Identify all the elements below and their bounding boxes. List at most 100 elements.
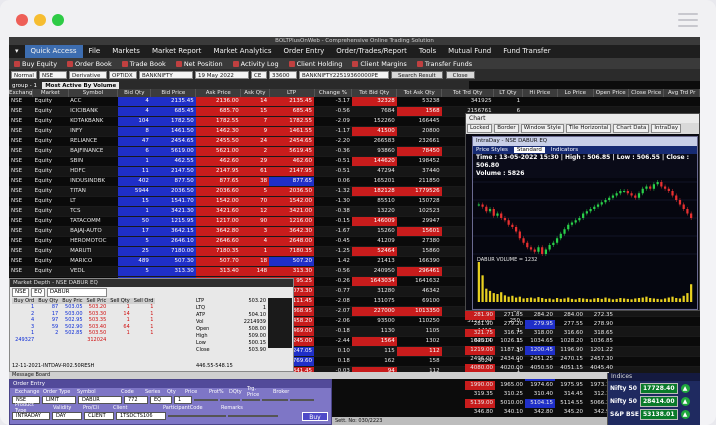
- order-book-button[interactable]: Order Book: [62, 60, 117, 68]
- menu-market-analytics[interactable]: Market Analytics: [207, 45, 277, 58]
- order-field[interactable]: EQ: [150, 396, 172, 404]
- instrument-select[interactable]: OPTIDX: [109, 71, 137, 79]
- symbol-select[interactable]: BANKNIFTY: [139, 71, 193, 79]
- order-field[interactable]: DAY: [52, 412, 82, 420]
- hamburger-menu-icon[interactable]: [678, 13, 698, 27]
- order-field[interactable]: [242, 399, 260, 401]
- menu-mutual-fund[interactable]: Mutual Fund: [442, 45, 497, 58]
- window-style-button[interactable]: Window Style: [520, 124, 564, 133]
- buy-equity-button[interactable]: Buy Equity: [9, 60, 62, 68]
- segment-select[interactable]: Derivative: [69, 71, 107, 79]
- cell: 78450: [396, 146, 442, 157]
- column-header[interactable]: LT Qty: [493, 89, 523, 97]
- right-row[interactable]: 281.90 271.85 284.20 284.00 272.35: [465, 311, 700, 320]
- menu-tools[interactable]: Tools: [413, 45, 442, 58]
- cell: 1013350: [396, 306, 442, 317]
- menu-file[interactable]: File: [83, 45, 107, 58]
- depth-exchange-select[interactable]: NSE: [12, 287, 30, 297]
- exchange-select[interactable]: NSE: [39, 71, 67, 79]
- minimize-dot[interactable]: [34, 14, 46, 26]
- locked-button[interactable]: Locked: [467, 124, 493, 133]
- menu-quick-access[interactable]: Quick Access: [24, 45, 83, 58]
- column-header[interactable]: Market: [32, 89, 69, 97]
- right-row[interactable]: 2496.00 2434.00 2451.25 2470.15 2457.30: [465, 355, 700, 364]
- close-button[interactable]: Close: [445, 71, 475, 79]
- column-header[interactable]: Tot Bid Qty: [351, 89, 398, 97]
- column-header[interactable]: Lo Price: [557, 89, 594, 97]
- client-holding-button[interactable]: Client Holding: [284, 60, 348, 68]
- volume-bar: [548, 298, 551, 302]
- expiry-select[interactable]: 19 May 2022: [195, 71, 249, 79]
- menu-market-report[interactable]: Market Report: [146, 45, 208, 58]
- price-volume-chart[interactable]: DABUR VOLUME = 1232: [473, 178, 697, 308]
- right-row[interactable]: 1045.00 1026.15 1034.65 1028.20 1036.85: [465, 337, 700, 346]
- order-field[interactable]: [168, 415, 226, 417]
- app-title: BOLTPlusOnWeb - Comprehensive Online Tra…: [9, 37, 700, 45]
- column-header[interactable]: Symbol: [68, 89, 119, 97]
- order-field[interactable]: [194, 399, 218, 401]
- column-header[interactable]: Open Price: [593, 89, 629, 97]
- strike-select[interactable]: 33600: [269, 71, 297, 79]
- indicators-button[interactable]: Indicators: [551, 147, 578, 153]
- client-margins-button[interactable]: Client Margins: [347, 60, 411, 68]
- column-header[interactable]: Bid Price: [150, 89, 197, 97]
- order-field[interactable]: [262, 399, 288, 401]
- menu-markets[interactable]: Markets: [106, 45, 146, 58]
- order-field[interactable]: DABUR: [78, 396, 122, 404]
- column-header[interactable]: Close Price: [628, 89, 665, 97]
- order-field[interactable]: INTRADAY: [12, 412, 50, 420]
- column-header[interactable]: Change %: [314, 89, 353, 97]
- right-row[interactable]: 1219.00 1187.30 1200.45 1196.90 1201.22: [465, 346, 700, 355]
- maximize-dot[interactable]: [52, 14, 64, 26]
- column-header[interactable]: LTP: [269, 89, 315, 97]
- column-header[interactable]: Ask Qty: [240, 89, 270, 97]
- activity-log-button[interactable]: Activity Log: [228, 60, 284, 68]
- index-row[interactable]: Nifty 50 17728.40 ▲: [608, 383, 700, 394]
- chart-data-button[interactable]: Chart Data: [613, 124, 650, 133]
- index-row[interactable]: S&P BSE 53138.01 ▲: [608, 409, 700, 420]
- column-header[interactable]: Bid Qty: [117, 89, 152, 97]
- order-field[interactable]: [290, 399, 314, 401]
- order-field[interactable]: 1TSDCTS106: [116, 412, 166, 420]
- column-header[interactable]: Avg Trd Pr: [663, 89, 700, 97]
- order-field[interactable]: 1: [174, 396, 192, 404]
- border-button[interactable]: Border: [494, 124, 519, 133]
- cell: 2136.00: [195, 97, 241, 107]
- order-field[interactable]: [220, 399, 240, 401]
- column-header[interactable]: Exchange: [9, 89, 34, 97]
- order-field[interactable]: [228, 415, 278, 417]
- menu-fund-transfer[interactable]: Fund Transfer: [497, 45, 556, 58]
- buy-button[interactable]: Buy: [302, 412, 328, 421]
- column-header[interactable]: Hi Price: [522, 89, 559, 97]
- depth-symbol-select[interactable]: DABUR: [46, 287, 107, 297]
- tile-horizontal-select[interactable]: Tile Horizontal: [565, 124, 612, 133]
- type-select[interactable]: Normal: [11, 71, 37, 79]
- cell: 1105: [396, 326, 442, 337]
- market-watch-row[interactable]: NSE Equity ACC 4 2135.45 2136.00 14 2135.45 -3.1…: [9, 97, 700, 107]
- column-header[interactable]: Ask Price: [195, 89, 242, 97]
- order-field[interactable]: CLIENT: [84, 412, 114, 420]
- depth-segment-select[interactable]: EQ: [31, 287, 45, 297]
- option-select[interactable]: CE: [251, 71, 267, 79]
- transfer-funds-button[interactable]: Transfer Funds: [412, 60, 477, 68]
- column-header[interactable]: Tot Ask Qty: [396, 89, 443, 97]
- intraday-select[interactable]: IntraDay: [651, 124, 682, 133]
- net-position-button[interactable]: Net Position: [171, 60, 228, 68]
- menu-dropdown-icon[interactable]: ▾: [9, 45, 25, 58]
- trade-book-button[interactable]: Trade Book: [117, 60, 171, 68]
- right-row[interactable]: 321.75 316.75 318.00 316.60 318.65: [465, 328, 700, 338]
- cell: 313.40: [195, 266, 241, 277]
- close-dot[interactable]: [16, 14, 28, 26]
- index-row[interactable]: Nifty 50 28414.00 ▲: [608, 396, 700, 407]
- menu-order-trades-report[interactable]: Order/Trades/Report: [330, 45, 413, 58]
- right-row[interactable]: 281.90 279.20 279.95 277.55 278.90: [465, 319, 700, 329]
- menu-order-entry[interactable]: Order Entry: [278, 45, 331, 58]
- order-field[interactable]: 772: [124, 396, 148, 404]
- depth-row[interactable]: 249327 312024: [12, 337, 155, 344]
- price-style-select[interactable]: Standard: [513, 147, 545, 153]
- column-header[interactable]: Tot Trd Qty: [441, 89, 495, 97]
- chart-info-line: Time : 13-05-2022 15:30 | High : 506.85 …: [476, 154, 690, 169]
- contract-field[interactable]: BANKNIFTY22519360000PE: [299, 71, 389, 79]
- candle: [481, 204, 484, 207]
- search-result-button[interactable]: Search Result: [391, 71, 443, 79]
